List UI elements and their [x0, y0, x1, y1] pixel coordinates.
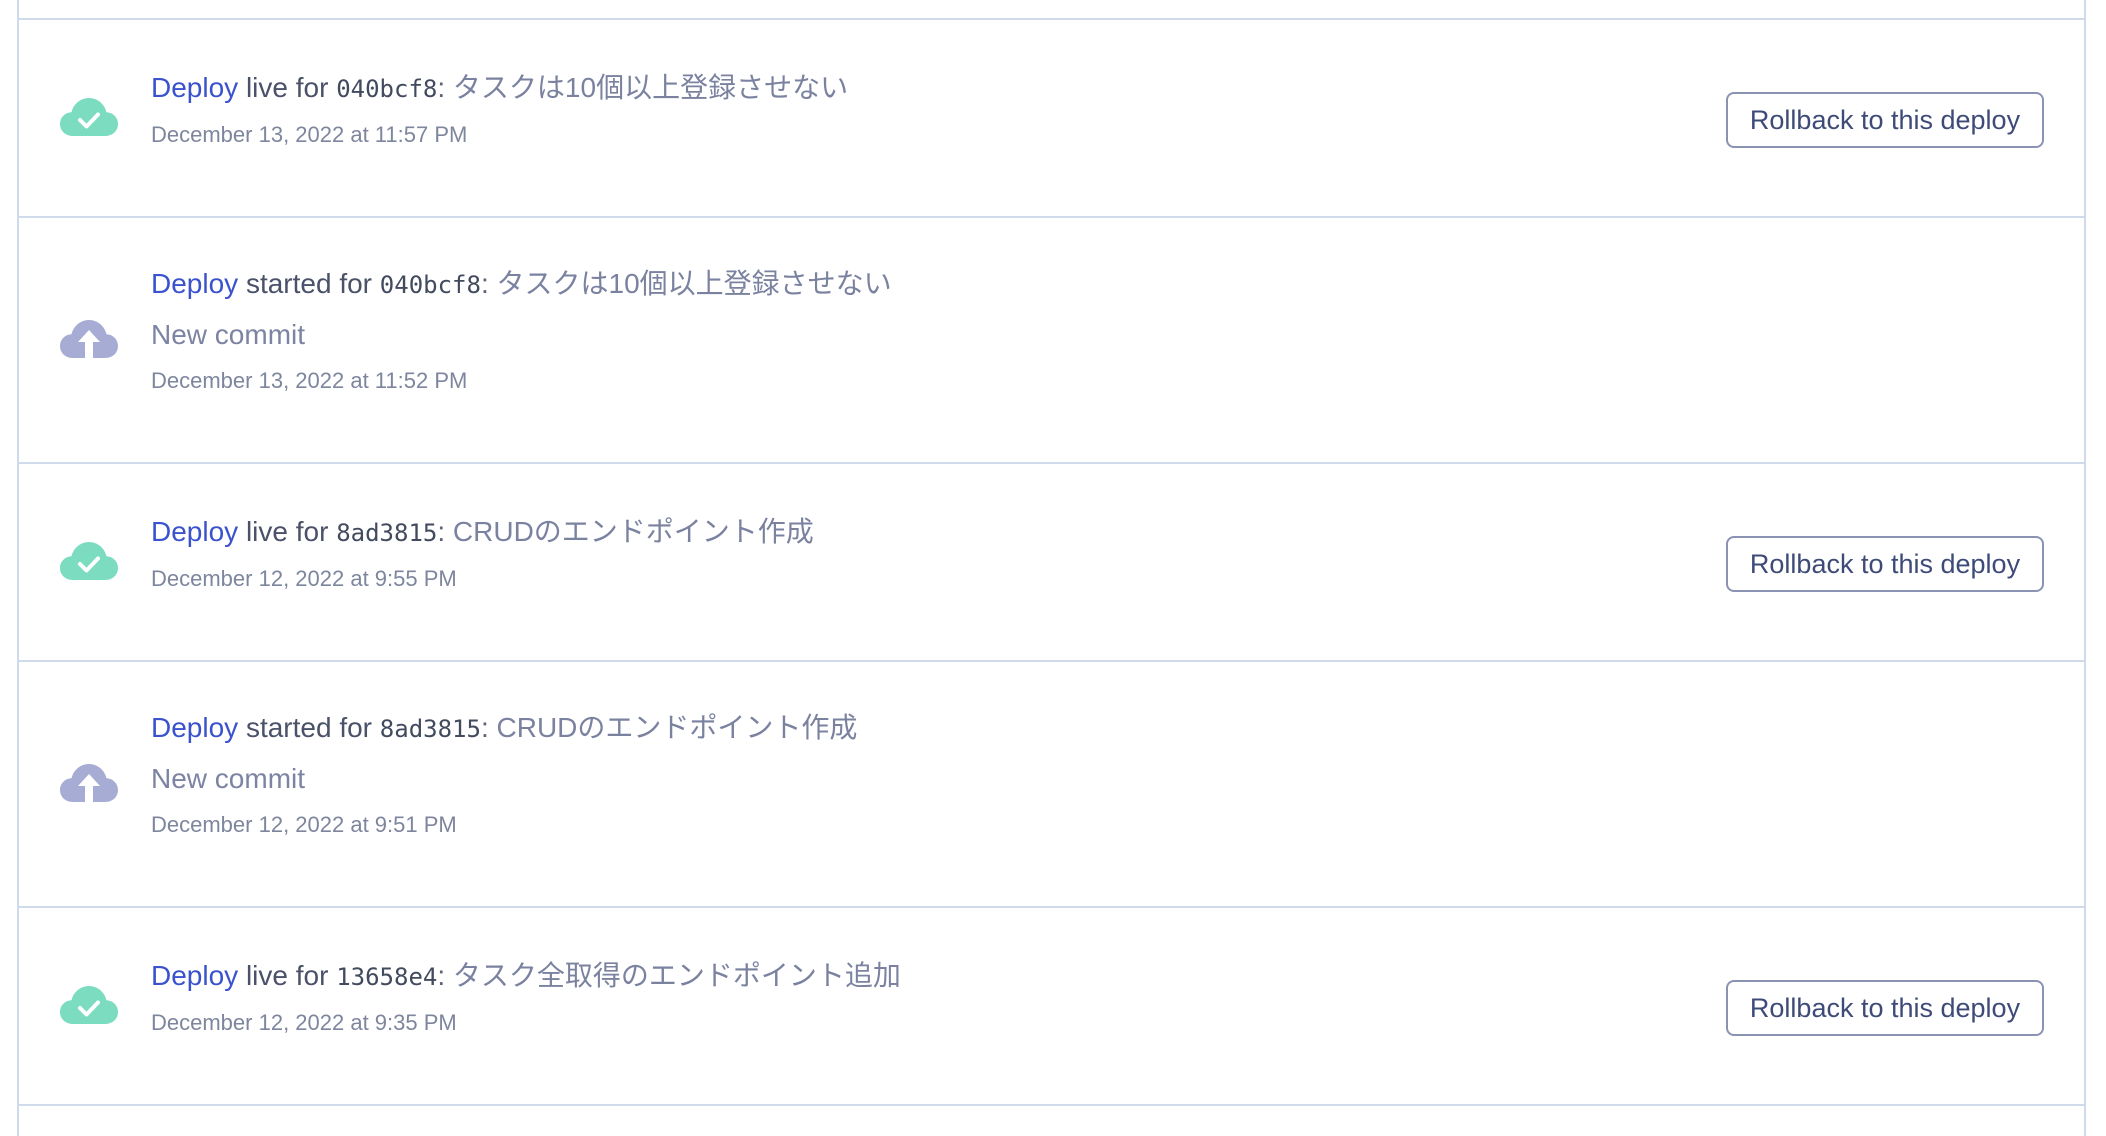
separator: :	[437, 960, 446, 991]
deploy-link[interactable]: Deploy	[151, 72, 238, 103]
event-verb: live for	[245, 516, 329, 547]
deploy-link[interactable]: Deploy	[151, 268, 238, 299]
separator: :	[437, 516, 446, 547]
event-timestamp: December 13, 2022 at 11:57 PM	[151, 122, 468, 147]
event-verb: live for	[245, 72, 329, 103]
event-details: Deploy live for 8ad3815: CRUDのエンドポイント作成 …	[151, 514, 1724, 593]
event-title: Deploy live for 13658e4: タスク全取得のエンドポイント追…	[151, 958, 1724, 995]
cloud-check-icon	[59, 540, 119, 584]
event-details: Deploy live for 040bcf8: タスクは10個以上登録させない…	[151, 70, 1724, 149]
event-subtitle: New commit	[151, 319, 306, 350]
commit-message: CRUDのエンドポイント作成	[452, 516, 814, 547]
deploy-link[interactable]: Deploy	[151, 516, 238, 547]
commit-message: タスクは10個以上登録させない	[452, 72, 849, 103]
separator: :	[437, 72, 446, 103]
rollback-button[interactable]: Rollback to this deploy	[1726, 980, 2044, 1036]
cloud-check-icon	[59, 96, 119, 140]
event-timestamp: December 13, 2022 at 11:52 PM	[151, 368, 468, 393]
event-details: Deploy started for 8ad3815: CRUDのエンドポイント…	[151, 710, 1724, 839]
deploy-link[interactable]: Deploy	[151, 712, 238, 743]
commit-message: タスクは10個以上登録させない	[496, 268, 892, 299]
event-title: Deploy started for 8ad3815: CRUDのエンドポイント…	[151, 710, 1724, 747]
deploy-event-live: Deploy live for 040bcf8: タスクは10個以上登録させない…	[19, 20, 2084, 218]
event-title: Deploy live for 040bcf8: タスクは10個以上登録させない	[151, 70, 1724, 107]
event-timestamp: December 12, 2022 at 9:35 PM	[151, 1010, 457, 1035]
commit-sha: 13658e4	[336, 963, 438, 991]
cloud-check-icon	[59, 984, 119, 1028]
event-verb: started for	[245, 712, 373, 743]
commit-sha: 8ad3815	[379, 715, 481, 743]
deploy-event-started: Deploy started for 040bcf8: タスクは10個以上登録さ…	[19, 218, 2084, 464]
commit-sha: 040bcf8	[336, 75, 438, 103]
event-details: Deploy live for 13658e4: タスク全取得のエンドポイント追…	[151, 958, 1724, 1037]
commit-sha: 8ad3815	[336, 519, 438, 547]
event-title: Deploy live for 8ad3815: CRUDのエンドポイント作成	[151, 514, 1724, 551]
rollback-button[interactable]: Rollback to this deploy	[1726, 92, 2044, 148]
separator: :	[480, 268, 489, 299]
event-timestamp: December 12, 2022 at 9:55 PM	[151, 566, 457, 591]
event-details: Deploy started for 040bcf8: タスクは10個以上登録さ…	[151, 266, 1724, 395]
separator: :	[480, 712, 489, 743]
event-subtitle: New commit	[151, 763, 306, 794]
event-verb: started for	[245, 268, 373, 299]
deploy-event-started: Deploy started for 8ad3815: CRUDのエンドポイント…	[19, 662, 2084, 908]
cloud-upload-icon	[59, 762, 119, 806]
event-title: Deploy started for 040bcf8: タスクは10個以上登録さ…	[151, 266, 1724, 303]
cloud-upload-icon	[59, 318, 119, 362]
event-timestamp: December 12, 2022 at 9:51 PM	[151, 812, 457, 837]
deploy-events-list: Deploy live for 040bcf8: タスクは10個以上登録させない…	[17, 0, 2086, 1136]
rollback-button[interactable]: Rollback to this deploy	[1726, 536, 2044, 592]
commit-sha: 040bcf8	[379, 271, 481, 299]
deploy-event-live: Deploy live for 8ad3815: CRUDのエンドポイント作成 …	[19, 464, 2084, 662]
deploy-link[interactable]: Deploy	[151, 960, 238, 991]
commit-message: タスク全取得のエンドポイント追加	[452, 960, 901, 991]
event-verb: live for	[245, 960, 329, 991]
commit-message: CRUDのエンドポイント作成	[496, 712, 858, 743]
deploy-event-live: Deploy live for 13658e4: タスク全取得のエンドポイント追…	[19, 908, 2084, 1106]
